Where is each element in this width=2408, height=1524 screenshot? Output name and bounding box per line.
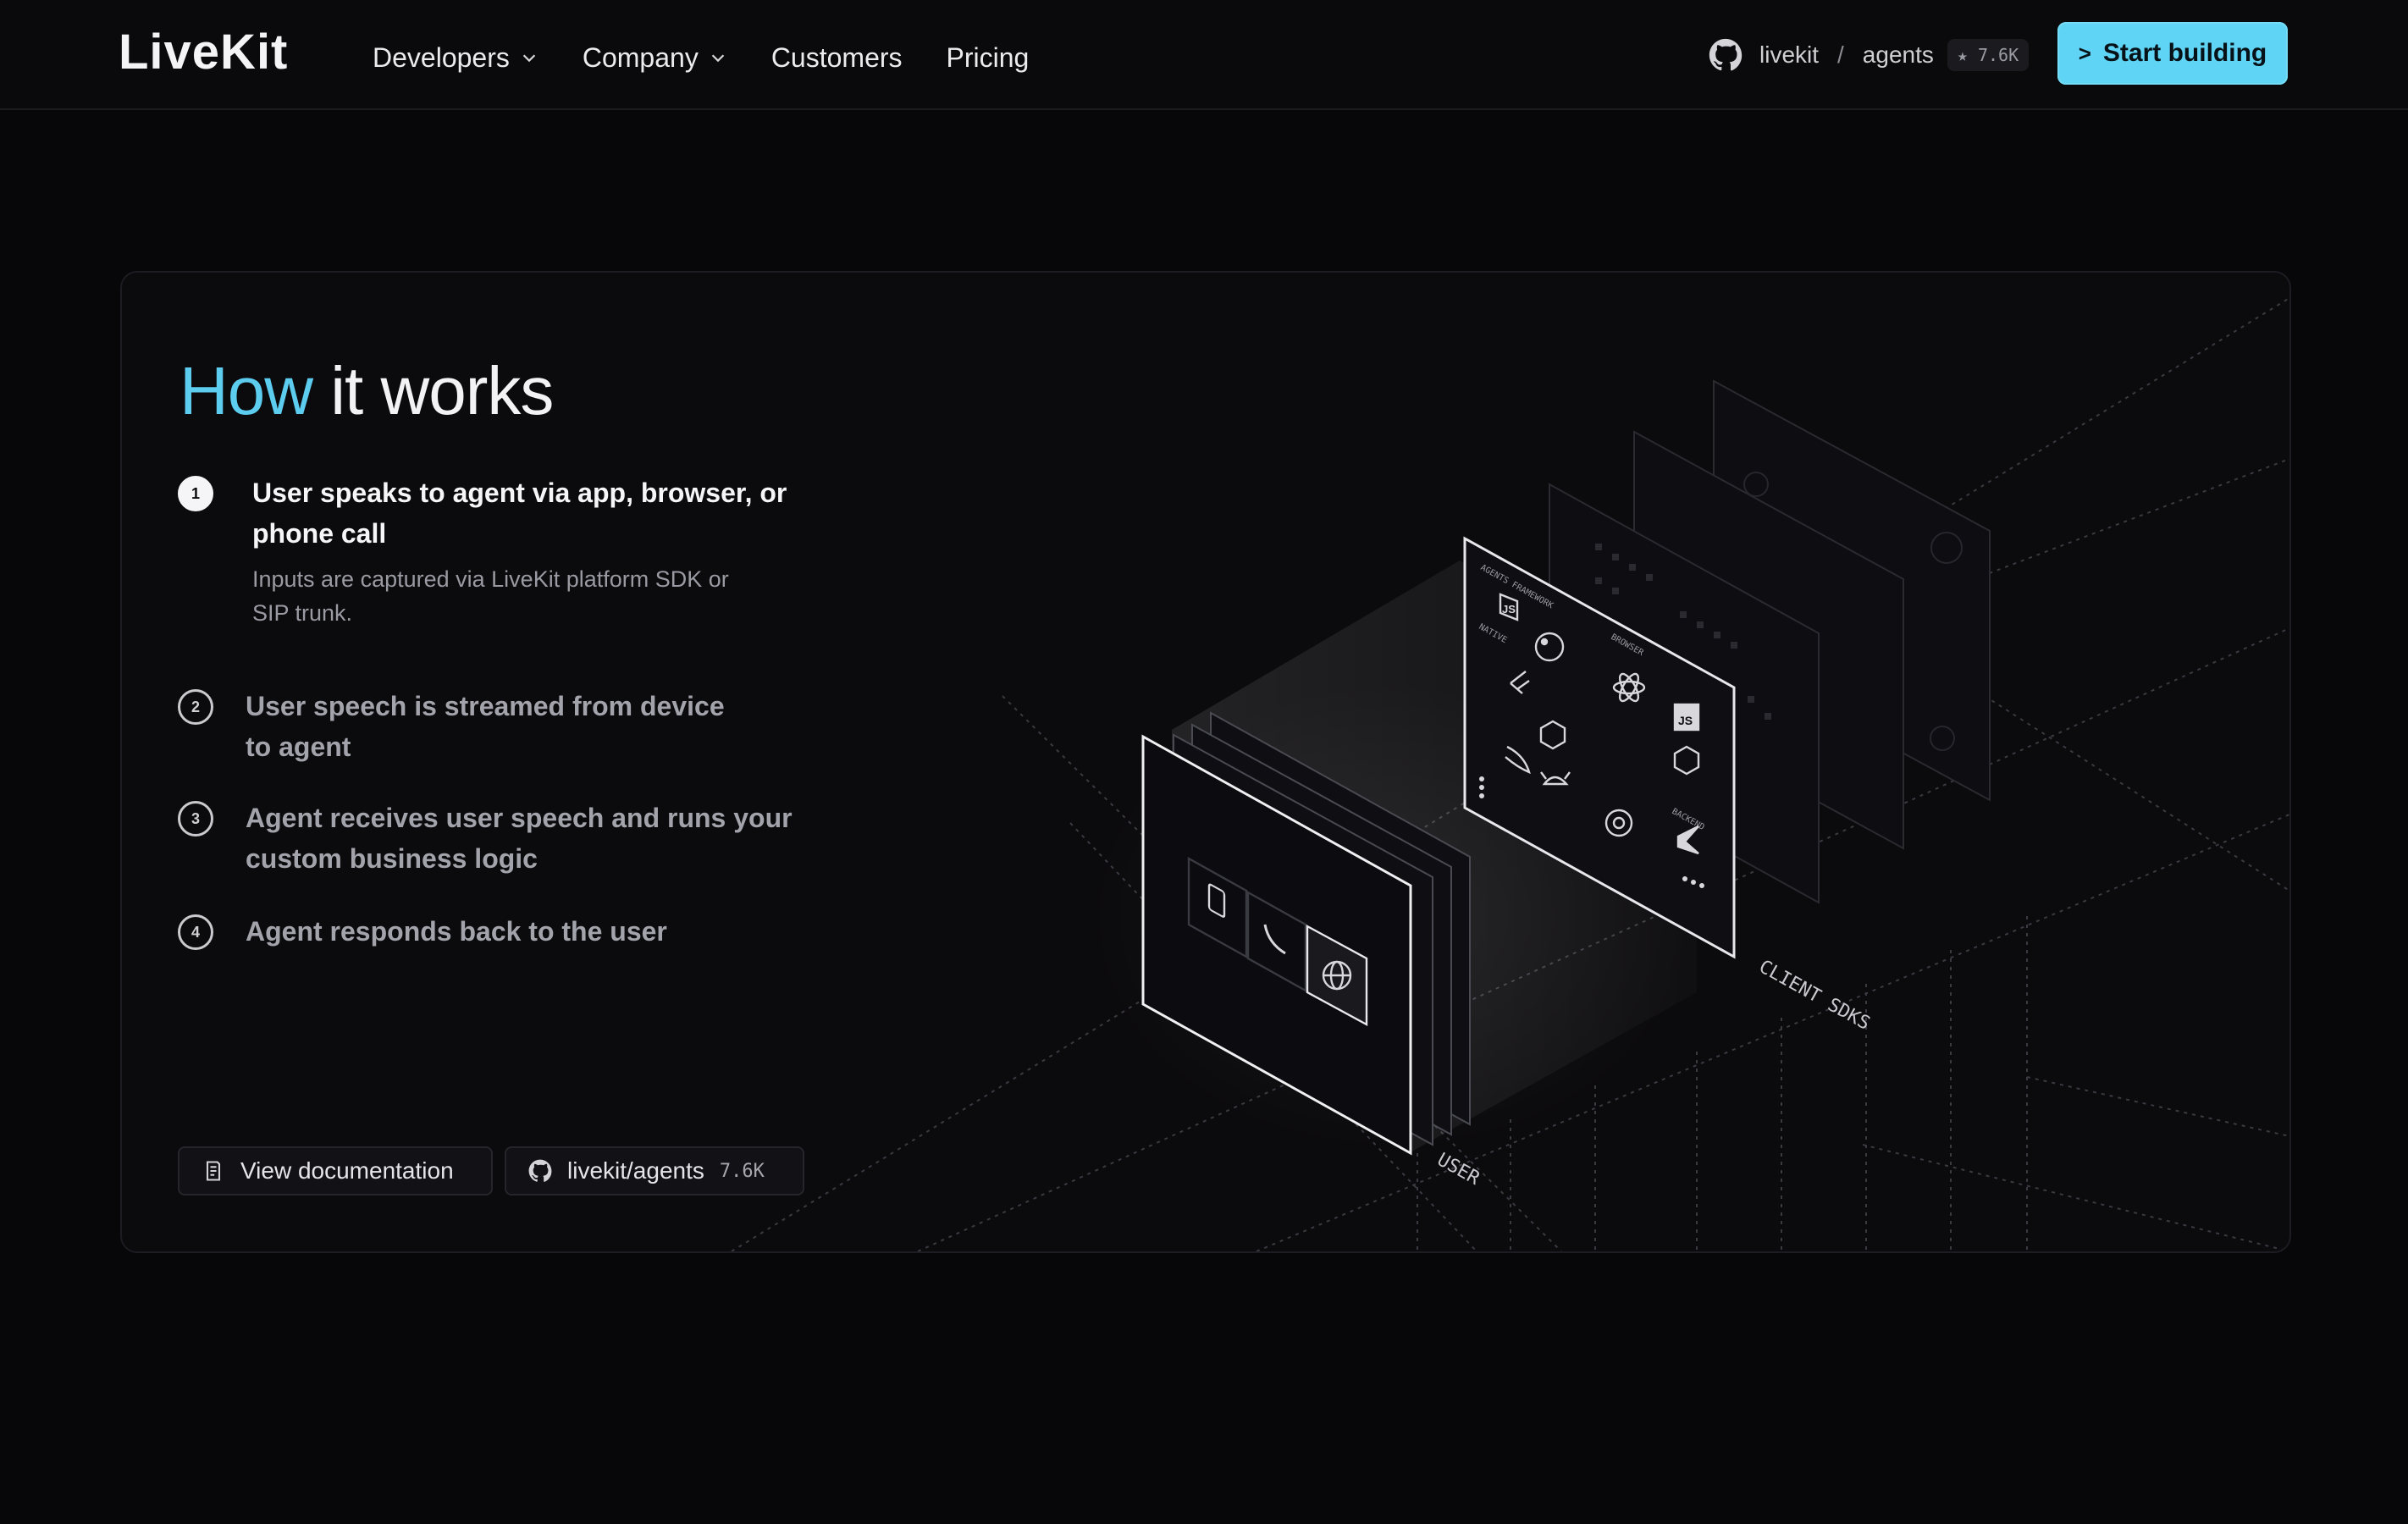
step-1[interactable]: 1 User speaks to agent via app, browser,… bbox=[178, 472, 787, 630]
svg-text:JS: JS bbox=[1502, 603, 1516, 616]
step-title-line: User speaks to agent via app, browser, o… bbox=[252, 478, 787, 508]
label-user: USER bbox=[1433, 1149, 1483, 1190]
view-documentation-button[interactable]: View documentation bbox=[178, 1146, 493, 1195]
step-2[interactable]: 2 User speech is streamed from device to… bbox=[178, 686, 725, 767]
label-client-sdks: CLIENT SDKS bbox=[1755, 956, 1874, 1035]
github-repo: agents bbox=[1862, 41, 1934, 68]
step-4[interactable]: 4 Agent responds back to the user bbox=[178, 911, 667, 952]
nav-menu: Developers Company Customers Pricing bbox=[373, 34, 1073, 81]
star-count-badge: ★ 7.6K bbox=[1947, 39, 2030, 71]
step-title-line: User speech is streamed from device bbox=[246, 691, 725, 721]
nav-item-customers[interactable]: Customers bbox=[771, 34, 903, 81]
step-title: User speech is streamed from device to a… bbox=[246, 686, 725, 767]
nav-item-company[interactable]: Company bbox=[583, 34, 727, 81]
start-building-button[interactable]: > Start building bbox=[2057, 22, 2288, 85]
step-number: 2 bbox=[178, 689, 213, 725]
step-number: 4 bbox=[178, 914, 213, 950]
step-number: 1 bbox=[178, 476, 213, 511]
nav-item-label: Customers bbox=[770, 42, 903, 73]
nav-item-label: Developers bbox=[373, 42, 510, 73]
github-agents-button[interactable]: livekit/agents 7.6K bbox=[505, 1146, 804, 1195]
chevron-down-icon bbox=[711, 54, 725, 63]
chevron-down-icon bbox=[522, 54, 536, 63]
chevron-right-icon: > bbox=[2078, 40, 2091, 66]
step-title: User speaks to agent via app, browser, o… bbox=[252, 472, 787, 554]
vertical-more-icon bbox=[1479, 776, 1484, 798]
step-title-line: Agent responds back to the user bbox=[246, 916, 667, 947]
heading-accent: How bbox=[179, 353, 313, 428]
svg-text:JS: JS bbox=[1678, 714, 1693, 727]
repo-stars: 7.6K bbox=[719, 1160, 765, 1182]
nav-item-label: Company bbox=[582, 42, 699, 73]
cta-label: Start building bbox=[2102, 39, 2267, 67]
step-desc-line: Inputs are captured via LiveKit platform… bbox=[252, 566, 729, 592]
nav-item-developers[interactable]: Developers bbox=[373, 34, 538, 81]
heading-rest: it works bbox=[312, 353, 554, 428]
step-title: Agent responds back to the user bbox=[246, 911, 667, 952]
repo-label: livekit/agents bbox=[567, 1157, 704, 1184]
step-title-line: phone call bbox=[252, 518, 387, 549]
step-title: Agent receives user speech and runs your… bbox=[246, 798, 793, 879]
step-title-line: to agent bbox=[246, 732, 351, 762]
document-icon bbox=[206, 1161, 221, 1181]
top-nav: LiveKit Developers Company Customers Pri… bbox=[0, 0, 2408, 110]
nav-item-label: Pricing bbox=[946, 42, 1030, 73]
step-3[interactable]: 3 Agent receives user speech and runs yo… bbox=[178, 798, 793, 879]
js-square-icon: JS bbox=[1673, 703, 1700, 732]
section-heading: How it works bbox=[179, 351, 554, 432]
how-it-works-card: AGENTS FRAMEWORK NATIVE BROWSER BACKEND … bbox=[120, 271, 2291, 1253]
step-number: 3 bbox=[178, 801, 213, 837]
github-icon bbox=[528, 1159, 552, 1182]
step-title-line: Agent receives user speech and runs your bbox=[246, 803, 793, 833]
step-desc-line: SIP trunk. bbox=[252, 600, 353, 626]
github-separator: / bbox=[1837, 41, 1844, 68]
step-title-line: custom business logic bbox=[246, 843, 538, 874]
github-icon bbox=[1709, 38, 1742, 71]
docs-label: View documentation bbox=[240, 1157, 454, 1184]
livekit-logo[interactable]: LiveKit bbox=[119, 25, 288, 80]
github-org: livekit bbox=[1759, 41, 1820, 68]
nav-item-pricing[interactable]: Pricing bbox=[947, 34, 1030, 81]
step-description: Inputs are captured via LiveKit platform… bbox=[252, 562, 787, 630]
github-repo-link[interactable]: livekit / agents ★ 7.6K bbox=[1709, 34, 2030, 76]
